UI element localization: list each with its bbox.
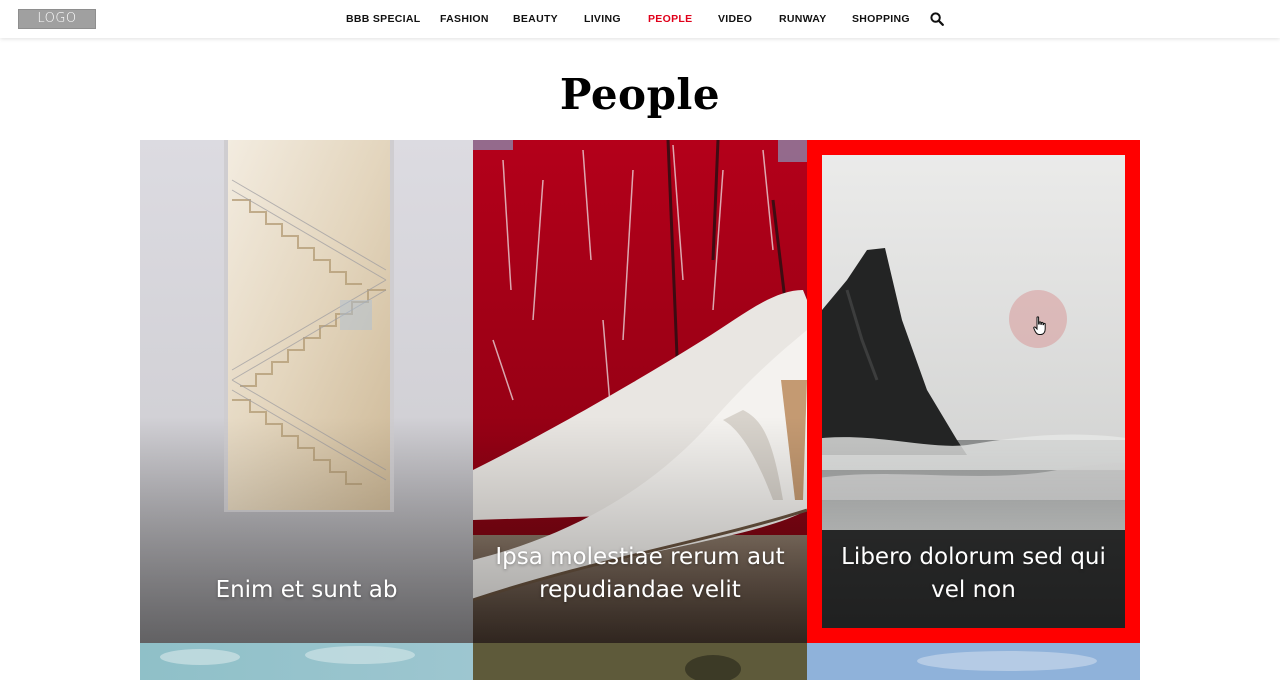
main-nav: BBB SPECIAL FASHION BEAUTY LIVING PEOPLE…	[0, 0, 1280, 38]
nav-item-runway[interactable]: RUNWAY	[779, 13, 827, 25]
card-1-caption: Enim et sunt ab	[215, 577, 398, 603]
article-card-1[interactable]: Enim et sunt ab	[140, 140, 473, 643]
staircase-image	[140, 140, 473, 643]
olive-photo-image	[473, 643, 807, 680]
beach-sky-image	[140, 643, 473, 680]
page-title: People	[559, 70, 721, 119]
article-card-5[interactable]	[473, 643, 807, 680]
article-card-4[interactable]	[140, 643, 473, 680]
nav-item-fashion[interactable]: FASHION	[440, 13, 489, 25]
nav-item-beauty[interactable]: BEAUTY	[513, 13, 558, 25]
card-3-caption: Libero dolorum sed qui vel non	[841, 544, 1106, 603]
article-card-2[interactable]: Ipsa molestiae rerum aut repudiandae vel…	[473, 140, 807, 643]
nav-item-bbb-special[interactable]: BBB SPECIAL	[346, 13, 420, 25]
card-2-caption: Ipsa molestiae rerum aut repudiandae vel…	[495, 544, 785, 603]
hand-cursor-icon	[1033, 316, 1046, 335]
nav-item-video[interactable]: VIDEO	[718, 13, 752, 25]
nav-item-people[interactable]: PEOPLE	[648, 13, 692, 25]
nav-item-shopping[interactable]: SHOPPING	[852, 13, 910, 25]
nav-item-living[interactable]: LIVING	[584, 13, 621, 25]
article-card-6[interactable]	[807, 643, 1140, 680]
article-card-3[interactable]: Libero dolorum sed qui vel non	[807, 140, 1140, 643]
site-header: LOGO BBB SPECIAL FASHION BEAUTY LIVING P…	[0, 0, 1280, 38]
blue-sky-image	[807, 643, 1140, 680]
search-icon[interactable]	[930, 12, 944, 26]
